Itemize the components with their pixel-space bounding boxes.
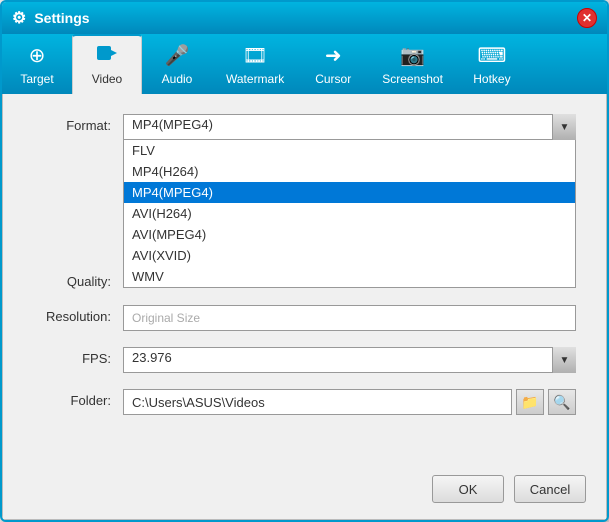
format-option-mp4h264[interactable]: MP4(H264)	[124, 161, 575, 182]
content-area: Format: MP4(MPEG4) ▼ FLV MP4(H264) MP4(M…	[2, 94, 607, 520]
tab-hotkey[interactable]: ⌨ Hotkey	[457, 34, 527, 94]
format-dropdown: FLV MP4(H264) MP4(MPEG4) AVI(H264) AVI(M…	[123, 140, 576, 288]
cursor-icon: ➜	[325, 43, 342, 68]
format-select-wrapper: MP4(MPEG4) ▼ FLV MP4(H264) MP4(MPEG4) AV…	[123, 114, 576, 140]
format-option-mp4mpeg4[interactable]: MP4(MPEG4)	[124, 182, 575, 203]
tab-audio[interactable]: 🎤 Audio	[142, 34, 212, 94]
tab-video[interactable]: Video	[72, 34, 142, 94]
resolution-row: Resolution: Original Size	[33, 305, 576, 331]
folder-icon: 📁	[521, 394, 538, 411]
tab-cursor-label: Cursor	[315, 72, 351, 86]
tab-audio-label: Audio	[162, 72, 193, 86]
tab-bar: ⊕ Target Video 🎤 Audio 🎞 Watermark ➜ Cur…	[2, 34, 607, 94]
folder-control: 📁 🔍	[123, 389, 576, 415]
ok-button[interactable]: OK	[432, 475, 504, 503]
tab-target[interactable]: ⊕ Target	[2, 34, 72, 94]
resolution-label: Resolution:	[33, 305, 123, 324]
fps-row: FPS: 23.976 ▼	[33, 347, 576, 373]
format-option-avixvid[interactable]: AVI(XVID)	[124, 245, 575, 266]
format-select[interactable]: MP4(MPEG4)	[123, 114, 576, 140]
folder-search-button[interactable]: 🔍	[548, 389, 576, 415]
watermark-icon: 🎞	[242, 43, 267, 68]
screenshot-icon: 📷	[400, 43, 425, 68]
folder-browse-button[interactable]: 📁	[516, 389, 544, 415]
folder-input-row: 📁 🔍	[123, 389, 576, 415]
tab-target-label: Target	[20, 72, 53, 86]
cancel-button[interactable]: Cancel	[514, 475, 586, 503]
format-control: MP4(MPEG4) ▼ FLV MP4(H264) MP4(MPEG4) AV…	[123, 114, 576, 140]
tab-hotkey-label: Hotkey	[473, 72, 510, 86]
format-option-avimpeg4[interactable]: AVI(MPEG4)	[124, 224, 575, 245]
window-title: Settings	[34, 10, 89, 26]
settings-window: ⚙ Settings ✕ ⊕ Target Video 🎤 Audio 🎞 Wa…	[0, 0, 609, 522]
tab-watermark[interactable]: 🎞 Watermark	[212, 34, 298, 94]
resolution-control: Original Size	[123, 305, 576, 331]
target-icon: ⊕	[29, 43, 46, 68]
resolution-value: Original Size	[123, 305, 576, 331]
audio-icon: 🎤	[165, 43, 190, 68]
fps-label: FPS:	[33, 347, 123, 366]
folder-label: Folder:	[33, 389, 123, 408]
format-option-flv[interactable]: FLV	[124, 140, 575, 161]
tab-watermark-label: Watermark	[226, 72, 284, 86]
fps-control: 23.976 ▼	[123, 347, 576, 373]
gear-icon: ⚙	[12, 8, 26, 28]
tab-screenshot-label: Screenshot	[382, 72, 443, 86]
folder-row: Folder: 📁 🔍	[33, 389, 576, 415]
folder-input[interactable]	[123, 389, 512, 415]
search-icon: 🔍	[553, 394, 570, 411]
tab-cursor[interactable]: ➜ Cursor	[298, 34, 368, 94]
fps-select-wrapper: 23.976 ▼	[123, 347, 576, 373]
format-label: Format:	[33, 114, 123, 133]
fps-select[interactable]: 23.976	[123, 347, 576, 373]
button-row: OK Cancel	[432, 475, 586, 503]
title-bar: ⚙ Settings ✕	[2, 2, 607, 34]
tab-video-label: Video	[92, 72, 122, 86]
quality-label: Quality:	[33, 270, 123, 289]
close-button[interactable]: ✕	[577, 8, 597, 28]
video-icon	[96, 44, 118, 68]
format-row: Format: MP4(MPEG4) ▼ FLV MP4(H264) MP4(M…	[33, 114, 576, 140]
tab-screenshot[interactable]: 📷 Screenshot	[368, 34, 457, 94]
format-option-wmv[interactable]: WMV	[124, 266, 575, 287]
format-option-avih264[interactable]: AVI(H264)	[124, 203, 575, 224]
hotkey-icon: ⌨	[478, 43, 507, 68]
